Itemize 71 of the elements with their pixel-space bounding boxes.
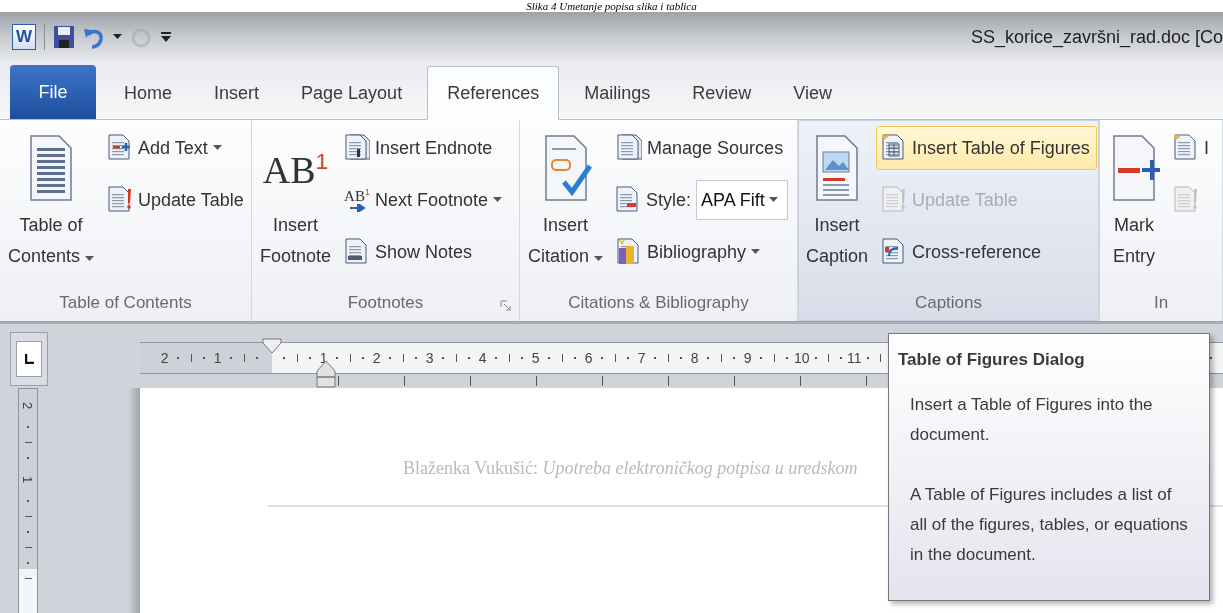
- ruler-number: 5: [531, 351, 540, 365]
- ruler-number: 9: [743, 351, 752, 365]
- document-exclamation-icon: [107, 186, 134, 214]
- ruler-number: 3: [425, 351, 434, 365]
- first-line-indent-marker[interactable]: [262, 338, 282, 354]
- document-exclamation-icon: [881, 186, 908, 214]
- ribbon-tab[interactable]: Review: [671, 66, 773, 120]
- ribbon-button[interactable]: Show Notes: [339, 230, 509, 274]
- ruler-number: 8: [690, 351, 699, 365]
- group-label: Table of Contents: [59, 293, 192, 313]
- ribbon-tab[interactable]: View: [772, 66, 853, 120]
- large-ribbon-button[interactable]: Table of Contents: [6, 124, 97, 285]
- ribbon-button[interactable]: Bibliography: [611, 230, 791, 274]
- ribbon-button[interactable]: AB$^{1}$ Next Footnote: [339, 178, 509, 222]
- ruler-number: 4: [478, 351, 487, 365]
- ribbon-tab[interactable]: Home: [103, 66, 193, 120]
- large-ribbon-button[interactable]: Insert Caption: [804, 124, 871, 285]
- page-header-text: Blaženka Vukušić: Upotreba elektroničkog potpisa u uredskom: [402, 458, 858, 479]
- customize-icon[interactable]: [160, 30, 172, 44]
- stacked-documents-icon: [344, 134, 371, 162]
- caret-icon: [493, 197, 502, 203]
- file-tab[interactable]: File: [10, 65, 96, 119]
- group-label: Footnotes: [347, 293, 424, 313]
- ruler-number: 2: [160, 351, 169, 365]
- figure-caption: Slika 4 Umetanje popisa slika i tablica: [526, 0, 697, 12]
- caret-icon: [768, 197, 778, 203]
- ribbon-tab[interactable]: Page Layout: [280, 66, 424, 120]
- dialog-launcher-icon[interactable]: [500, 300, 511, 311]
- ribbon-button[interactable]: Add Text: [102, 126, 251, 170]
- large-ribbon-button[interactable]: Insert Citation: [526, 124, 606, 285]
- ribbon-button[interactable]: Insert Endnote: [339, 126, 509, 170]
- style-label: Style:: [646, 189, 692, 211]
- caret-icon: [751, 249, 761, 255]
- tab-selector[interactable]: [10, 332, 48, 386]
- tooltip-title: Table of Figures Dialog: [898, 350, 1086, 370]
- window-title: SS_korice_završni_rad.doc [Co: [970, 26, 1223, 48]
- group-label: Captions: [914, 293, 983, 313]
- ruler-number: 6: [584, 351, 593, 365]
- footnote-icon: AB$^{1}$: [262, 149, 329, 189]
- caret-icon: [594, 256, 604, 262]
- ribbon-tab[interactable]: Insert: [193, 66, 281, 120]
- ruler-number: 2: [372, 351, 381, 365]
- ruler-number: 1: [213, 351, 222, 365]
- large-ribbon-button[interactable]: AB$^{1}$ Insert Footnote: [258, 124, 334, 285]
- group-label: In: [1153, 293, 1169, 313]
- group-label: Citations & Bibliography: [568, 293, 749, 313]
- save-icon[interactable]: [53, 25, 75, 49]
- caret-icon: [85, 256, 95, 262]
- large-ribbon-button[interactable]: Mark Entry: [1106, 124, 1162, 285]
- ribbon-button[interactable]: Update Table: [102, 178, 251, 222]
- document-sparkle-icon: [1173, 134, 1199, 162]
- app-icon[interactable]: W: [12, 24, 36, 50]
- tooltip-text: A Table of Figures includes a list of all of the figures, tables, or equations in the document.: [909, 484, 1189, 566]
- ribbon-tab[interactable]: References: [427, 66, 560, 120]
- ruler-number: 2: [21, 401, 35, 410]
- ribbon-button[interactable]: Insert Table of Figures: [876, 126, 1097, 170]
- tooltip-text: Insert a Table of Figures into the document.: [909, 394, 1154, 446]
- ruler-number: 1: [21, 475, 35, 484]
- ruler-number: 7: [637, 351, 646, 365]
- ruler-number: 10: [794, 351, 810, 365]
- caret-icon[interactable]: [113, 34, 122, 40]
- caret-icon: [212, 145, 222, 151]
- document-exclamation-icon: [1173, 186, 1199, 214]
- left-tab-icon: [24, 354, 34, 364]
- ruler-number: 11: [847, 351, 862, 365]
- ribbon-button[interactable]: Manage Sources: [611, 126, 791, 170]
- ribbon-tab[interactable]: Mailings: [563, 66, 672, 120]
- ribbon-button[interactable]: I: [1168, 126, 1216, 170]
- ribbon-button[interactable]: Cross-reference: [876, 230, 1097, 274]
- style-dropdown[interactable]: APA Fift: [696, 180, 789, 220]
- stacked-documents-icon: [616, 134, 643, 162]
